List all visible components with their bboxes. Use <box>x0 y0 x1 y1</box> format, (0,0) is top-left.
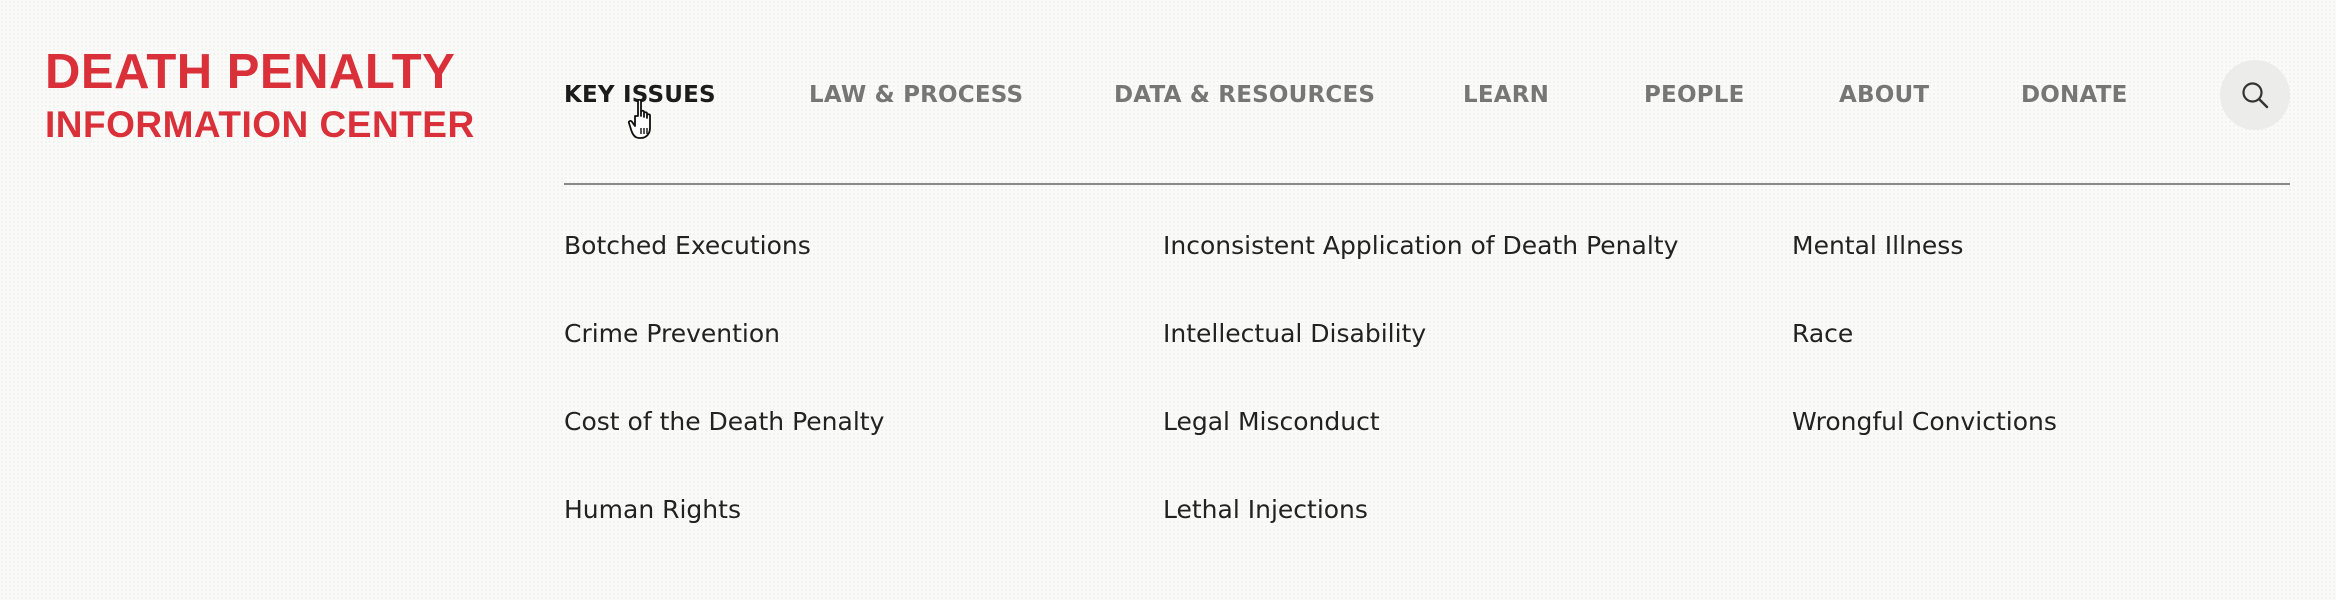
nav-item-law-process[interactable]: LAW & PROCESS <box>809 82 1023 108</box>
dropdown-link-lethal-injections[interactable]: Lethal Injections <box>1163 490 1678 578</box>
dropdown-link-mental-illness[interactable]: Mental Illness <box>1792 226 2057 314</box>
dropdown-column-3: Mental Illness Race Wrongful Convictions <box>1792 226 2057 490</box>
nav-item-learn[interactable]: LEARN <box>1463 82 1549 108</box>
dropdown-link-wrongful-convictions[interactable]: Wrongful Convictions <box>1792 402 2057 490</box>
dropdown-link-inconsistent-application[interactable]: Inconsistent Application of Death Penalt… <box>1163 226 1678 314</box>
dropdown-link-legal-misconduct[interactable]: Legal Misconduct <box>1163 402 1678 490</box>
dropdown-link-cost-of-death-penalty[interactable]: Cost of the Death Penalty <box>564 402 884 490</box>
nav-item-data-resources[interactable]: DATA & RESOURCES <box>1114 82 1375 108</box>
nav-item-people[interactable]: PEOPLE <box>1644 82 1745 108</box>
nav-divider <box>564 183 2290 185</box>
nav-item-key-issues[interactable]: KEY ISSUES <box>564 82 716 108</box>
dropdown-link-race[interactable]: Race <box>1792 314 2057 402</box>
dropdown-link-human-rights[interactable]: Human Rights <box>564 490 884 578</box>
dropdown-link-intellectual-disability[interactable]: Intellectual Disability <box>1163 314 1678 402</box>
nav-item-donate[interactable]: DONATE <box>2021 82 2128 108</box>
dropdown-link-botched-executions[interactable]: Botched Executions <box>564 226 884 314</box>
dropdown-column-1: Botched Executions Crime Prevention Cost… <box>564 226 884 578</box>
nav-item-about[interactable]: ABOUT <box>1839 82 1929 108</box>
main-nav: KEY ISSUES LAW & PROCESS DATA & RESOURCE… <box>0 0 2336 190</box>
dropdown-link-crime-prevention[interactable]: Crime Prevention <box>564 314 884 402</box>
dropdown-column-2: Inconsistent Application of Death Penalt… <box>1163 226 1678 578</box>
search-button[interactable] <box>2220 60 2290 130</box>
search-icon <box>2242 82 2269 109</box>
